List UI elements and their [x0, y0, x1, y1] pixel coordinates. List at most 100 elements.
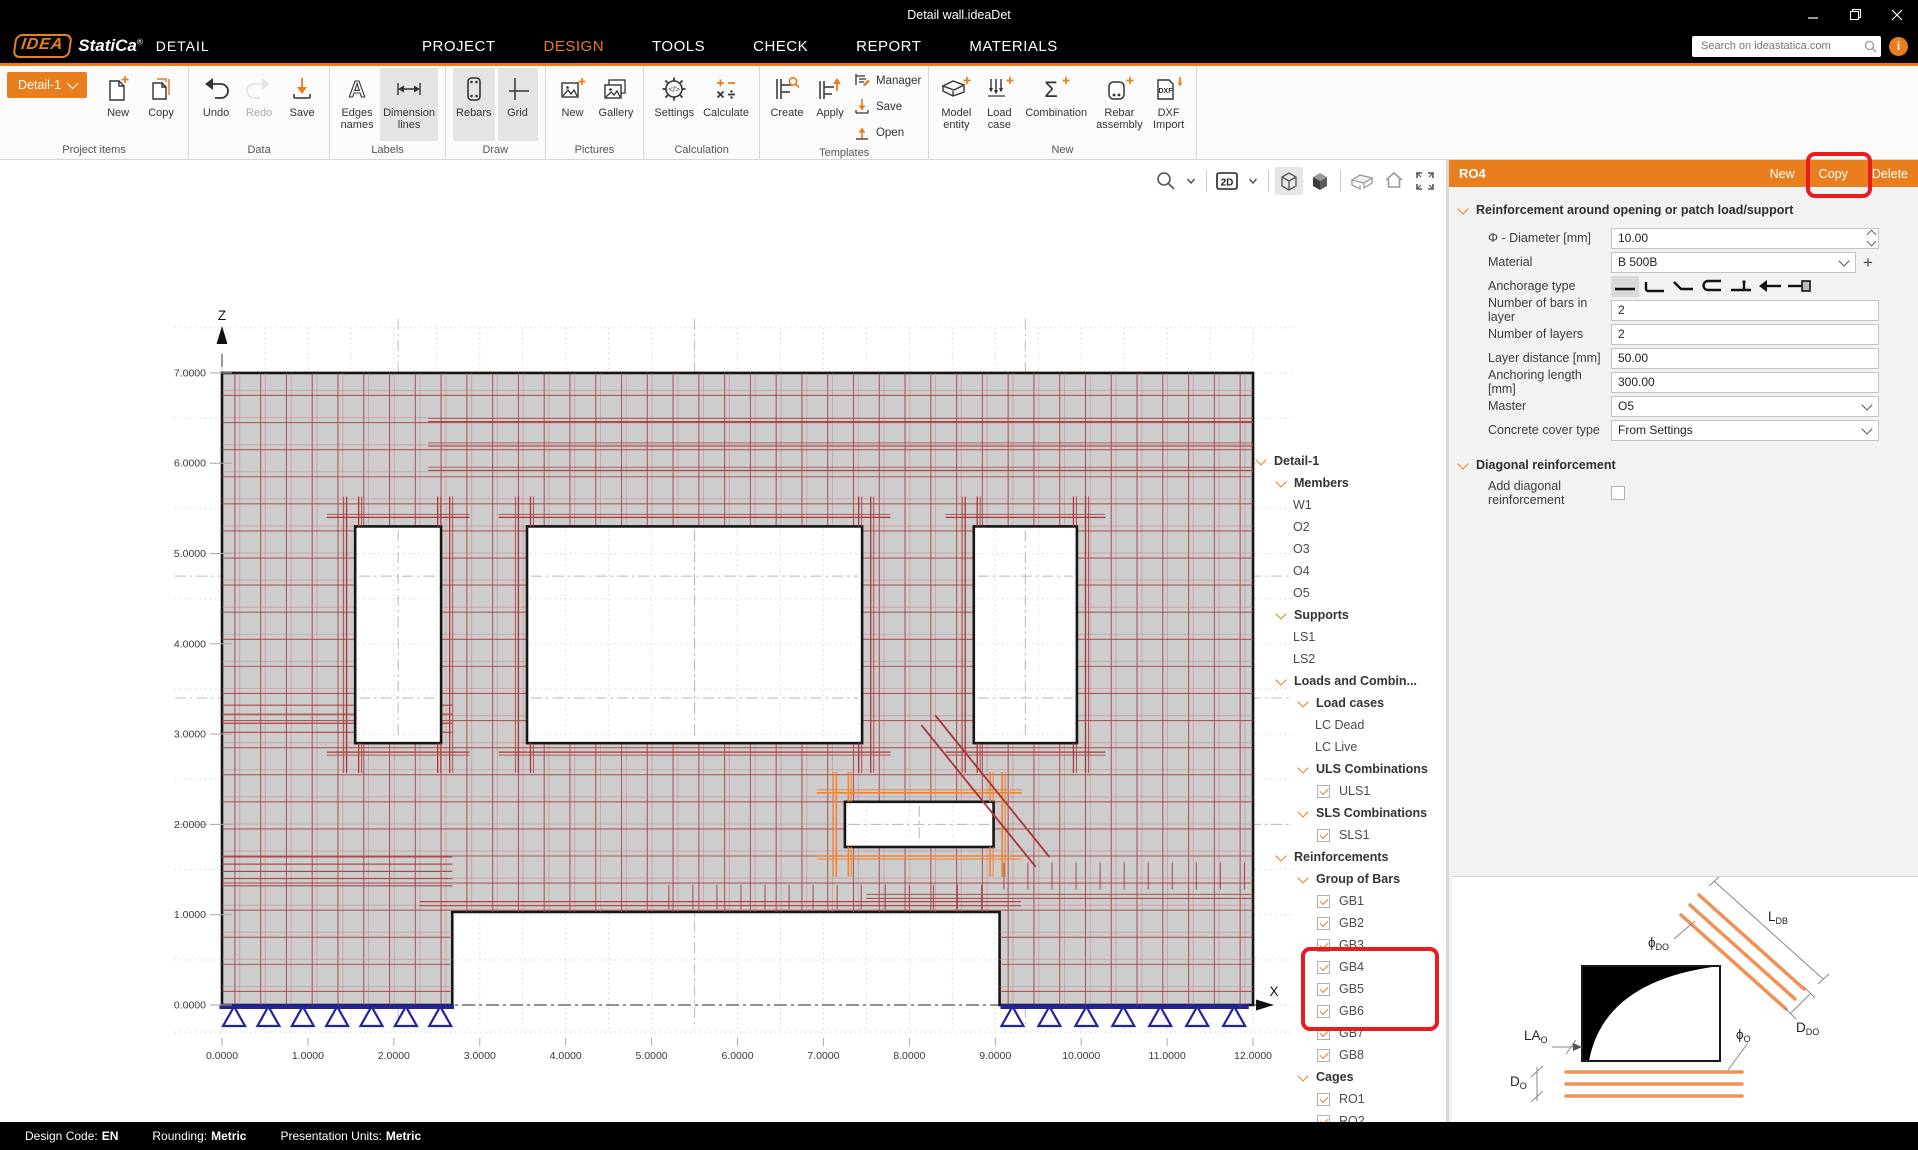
spinner-arrows[interactable]: [1868, 230, 1875, 247]
tree-item-gb7[interactable]: GB7: [1255, 1022, 1445, 1044]
concrete-cover-type-field[interactable]: From Settings: [1611, 420, 1879, 441]
tree-item-o4[interactable]: O4: [1255, 560, 1445, 582]
tree-item-group-of-bars[interactable]: Group of Bars: [1255, 868, 1445, 890]
tree-item-loads-and-combin[interactable]: Loads and Combin...: [1255, 670, 1445, 692]
tree-item-sls-combinations[interactable]: SLS Combinations: [1255, 802, 1445, 824]
tree-item-uls-combinations[interactable]: ULS Combinations: [1255, 758, 1445, 780]
ribbon-button-manager[interactable]: Manager: [853, 70, 921, 92]
tree-item-members[interactable]: Members: [1255, 472, 1445, 494]
info-button[interactable]: i: [1889, 37, 1908, 56]
tree-item-ls1[interactable]: LS1: [1255, 626, 1445, 648]
add-diagonal-reinforcement-checkbox[interactable]: [1611, 486, 1625, 500]
tree-item-o5[interactable]: O5: [1255, 582, 1445, 604]
tree-item-detail-1[interactable]: Detail-1: [1255, 450, 1445, 472]
number-of-layers-field[interactable]: 2: [1611, 324, 1879, 345]
delete-button[interactable]: Delete: [1872, 167, 1908, 181]
cube-wire-button[interactable]: [1275, 167, 1303, 195]
tree-item-reinforcements[interactable]: Reinforcements: [1255, 846, 1445, 868]
menu-tab-materials[interactable]: MATERIALS: [967, 30, 1059, 63]
anchor-bend-90-icon[interactable]: [1640, 276, 1668, 297]
ribbon-button-rebars[interactable]: Rebars: [453, 68, 494, 141]
anchor-cone-icon[interactable]: [1756, 276, 1784, 297]
ribbon-button-load-case[interactable]: Load case: [979, 68, 1019, 141]
ribbon-button-open[interactable]: Open: [853, 122, 921, 144]
close-button[interactable]: [1876, 0, 1918, 29]
ribbon-button-edges-names[interactable]: AEdges names: [337, 68, 377, 141]
fit-view-button[interactable]: [1411, 167, 1439, 195]
section-view-button[interactable]: [1347, 168, 1377, 194]
tree-item-uls1[interactable]: ULS1: [1255, 780, 1445, 802]
ribbon-button-new[interactable]: New: [553, 68, 593, 141]
chevron-down-button[interactable]: [1182, 172, 1200, 190]
checkbox[interactable]: [1317, 829, 1330, 842]
ribbon-button-calculate[interactable]: Calculate: [700, 68, 752, 141]
minimize-button[interactable]: [1792, 0, 1834, 29]
anchor-bend-45-icon[interactable]: [1669, 276, 1697, 297]
checkbox[interactable]: [1317, 1049, 1330, 1062]
home-view-button[interactable]: [1380, 167, 1408, 195]
anchor-plate-icon[interactable]: [1785, 276, 1813, 297]
tree-item-supports[interactable]: Supports: [1255, 604, 1445, 626]
ribbon-button-settings[interactable]: </>Settings: [651, 68, 697, 141]
tree-item-lc-live[interactable]: LC Live: [1255, 736, 1445, 758]
checkbox[interactable]: [1317, 917, 1330, 930]
ribbon-button-save[interactable]: Save: [853, 96, 921, 118]
new-button[interactable]: New: [1770, 167, 1795, 181]
checkbox[interactable]: [1317, 895, 1330, 908]
search-box[interactable]: [1692, 36, 1881, 57]
tree-item-ls2[interactable]: LS2: [1255, 648, 1445, 670]
tree-item-o3[interactable]: O3: [1255, 538, 1445, 560]
number-of-bars-in-layer-field[interactable]: 2: [1611, 300, 1879, 321]
copy-button[interactable]: Copy: [1819, 167, 1848, 181]
ribbon-button-create[interactable]: Create: [767, 68, 807, 141]
checkbox[interactable]: [1317, 939, 1330, 952]
anchor-foot-icon[interactable]: [1727, 276, 1755, 297]
tree-item-gb4[interactable]: GB4: [1255, 956, 1445, 978]
cube-solid-button[interactable]: [1306, 167, 1334, 195]
anchoring-length-mm-field[interactable]: 300.00: [1611, 372, 1879, 393]
checkbox[interactable]: [1317, 1093, 1330, 1106]
checkbox[interactable]: [1317, 983, 1330, 996]
view-2d-button[interactable]: 2D: [1213, 169, 1241, 193]
tree-item-gb6[interactable]: GB6: [1255, 1000, 1445, 1022]
menu-tab-tools[interactable]: TOOLS: [650, 30, 707, 63]
tree-item-lc-dead[interactable]: LC Dead: [1255, 714, 1445, 736]
restore-button[interactable]: [1834, 0, 1876, 29]
tree-item-gb5[interactable]: GB5: [1255, 978, 1445, 1000]
tree-item-gb8[interactable]: GB8: [1255, 1044, 1445, 1066]
layer-distance-mm-field[interactable]: 50.00: [1611, 348, 1879, 369]
ribbon-button-gallery[interactable]: Gallery: [596, 68, 637, 141]
model-canvas[interactable]: 2D ZX0.00001.00002.00003.00004.00005.000…: [0, 160, 1449, 1122]
ribbon-button-rebar-assembly[interactable]: Rebar assembly: [1093, 68, 1145, 141]
tree-item-o2[interactable]: O2: [1255, 516, 1445, 538]
tree-item-load-cases[interactable]: Load cases: [1255, 692, 1445, 714]
tree-item-gb1[interactable]: GB1: [1255, 890, 1445, 912]
magnifier-button[interactable]: [1153, 168, 1179, 194]
ribbon-button-grid[interactable]: Grid: [498, 68, 538, 141]
menu-tab-project[interactable]: PROJECT: [420, 30, 498, 63]
tree-item-sls1[interactable]: SLS1: [1255, 824, 1445, 846]
detail-selector[interactable]: Detail-1: [7, 72, 87, 98]
ribbon-button-undo[interactable]: Undo: [196, 68, 236, 141]
tree-item-gb3[interactable]: GB3: [1255, 934, 1445, 956]
ribbon-button-apply[interactable]: Apply: [810, 68, 850, 141]
material-field[interactable]: B 500B: [1611, 252, 1856, 273]
checkbox[interactable]: [1317, 785, 1330, 798]
menu-tab-design[interactable]: DESIGN: [542, 30, 607, 63]
ribbon-button-copy[interactable]: Copy: [141, 68, 181, 141]
section-header-reinforcement-around-opening-or-patch-lo[interactable]: Reinforcement around opening or patch lo…: [1459, 203, 1908, 217]
checkbox[interactable]: [1317, 1115, 1330, 1123]
master-field[interactable]: O5: [1611, 396, 1879, 417]
menu-tab-report[interactable]: REPORT: [854, 30, 923, 63]
ribbon-button-dxf-import[interactable]: DXFDXF Import: [1149, 68, 1189, 141]
checkbox[interactable]: [1317, 1005, 1330, 1018]
chevron-down-button[interactable]: [1244, 172, 1262, 190]
tree-item-ro2[interactable]: RO2: [1255, 1110, 1445, 1122]
ribbon-button-new[interactable]: New: [98, 68, 138, 141]
tree-item-w1[interactable]: W1: [1255, 494, 1445, 516]
section-header-diagonal-reinforcement[interactable]: Diagonal reinforcement: [1459, 458, 1908, 472]
search-input[interactable]: [1699, 39, 1864, 53]
tree-item-ro1[interactable]: RO1: [1255, 1088, 1445, 1110]
menu-tab-check[interactable]: CHECK: [751, 30, 810, 63]
tree-item-cages[interactable]: Cages: [1255, 1066, 1445, 1088]
